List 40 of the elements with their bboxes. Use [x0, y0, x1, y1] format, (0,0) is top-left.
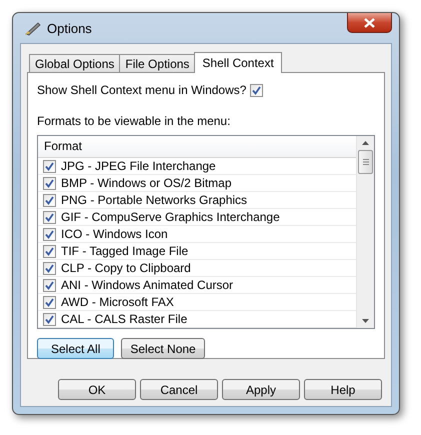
checkbox[interactable]	[43, 296, 56, 308]
format-item[interactable]: TIF - Tagged Image File	[61, 244, 188, 258]
checkbox[interactable]	[43, 278, 56, 292]
checkbox[interactable]	[43, 228, 56, 240]
dialog-button[interactable]: Apply	[222, 379, 300, 400]
format-item[interactable]: ANI - Windows Animated Cursor	[61, 278, 234, 292]
format-item[interactable]: GIF - CompuServe Graphics Interchange	[61, 210, 280, 224]
checkbox[interactable]	[250, 84, 264, 96]
tab[interactable]: Global Options	[29, 54, 120, 72]
format-item[interactable]: CAL - CALS Raster File	[61, 312, 188, 326]
checkbox[interactable]	[43, 244, 56, 258]
dialog-button[interactable]: OK	[58, 379, 136, 400]
checkbox[interactable]	[43, 194, 56, 206]
format-item[interactable]: BMP - Windows or OS/2 Bitmap	[61, 176, 232, 190]
window-title: Options	[47, 20, 92, 36]
scrollbar[interactable]	[356, 136, 374, 328]
scroll-down-icon	[362, 319, 369, 323]
scroll-thumb[interactable]	[358, 150, 373, 174]
list-button[interactable]: Select None	[121, 338, 205, 359]
format-item[interactable]: AWD - Microsoft FAX	[61, 295, 174, 309]
format-item[interactable]: CLP - Copy to Clipboard	[61, 261, 191, 275]
tab[interactable]: Shell Context	[194, 52, 282, 73]
tab[interactable]: File Options	[119, 54, 196, 72]
scroll-up-icon	[362, 141, 369, 145]
dialog-button[interactable]: Cancel	[140, 379, 218, 400]
list-button[interactable]: Select All	[37, 338, 114, 359]
formats-label: Formats to be viewable in the menu:	[37, 114, 232, 128]
checkbox[interactable]	[43, 210, 56, 224]
format-item[interactable]: JPG - JPEG File Interchange	[61, 159, 216, 173]
close-icon	[364, 18, 375, 28]
dialog-button[interactable]: Help	[304, 379, 382, 400]
close-button[interactable]	[347, 13, 392, 33]
pen-icon	[24, 20, 42, 36]
shell-context-label: Show Shell Context menu in Windows?	[37, 83, 246, 97]
checkbox[interactable]	[43, 312, 56, 326]
format-item[interactable]: PNG - Portable Networks Graphics	[61, 193, 248, 207]
checkbox[interactable]	[43, 262, 56, 274]
format-item[interactable]: ICO - Windows Icon	[61, 227, 168, 241]
checkbox[interactable]	[43, 160, 56, 172]
checkbox[interactable]	[43, 176, 56, 190]
